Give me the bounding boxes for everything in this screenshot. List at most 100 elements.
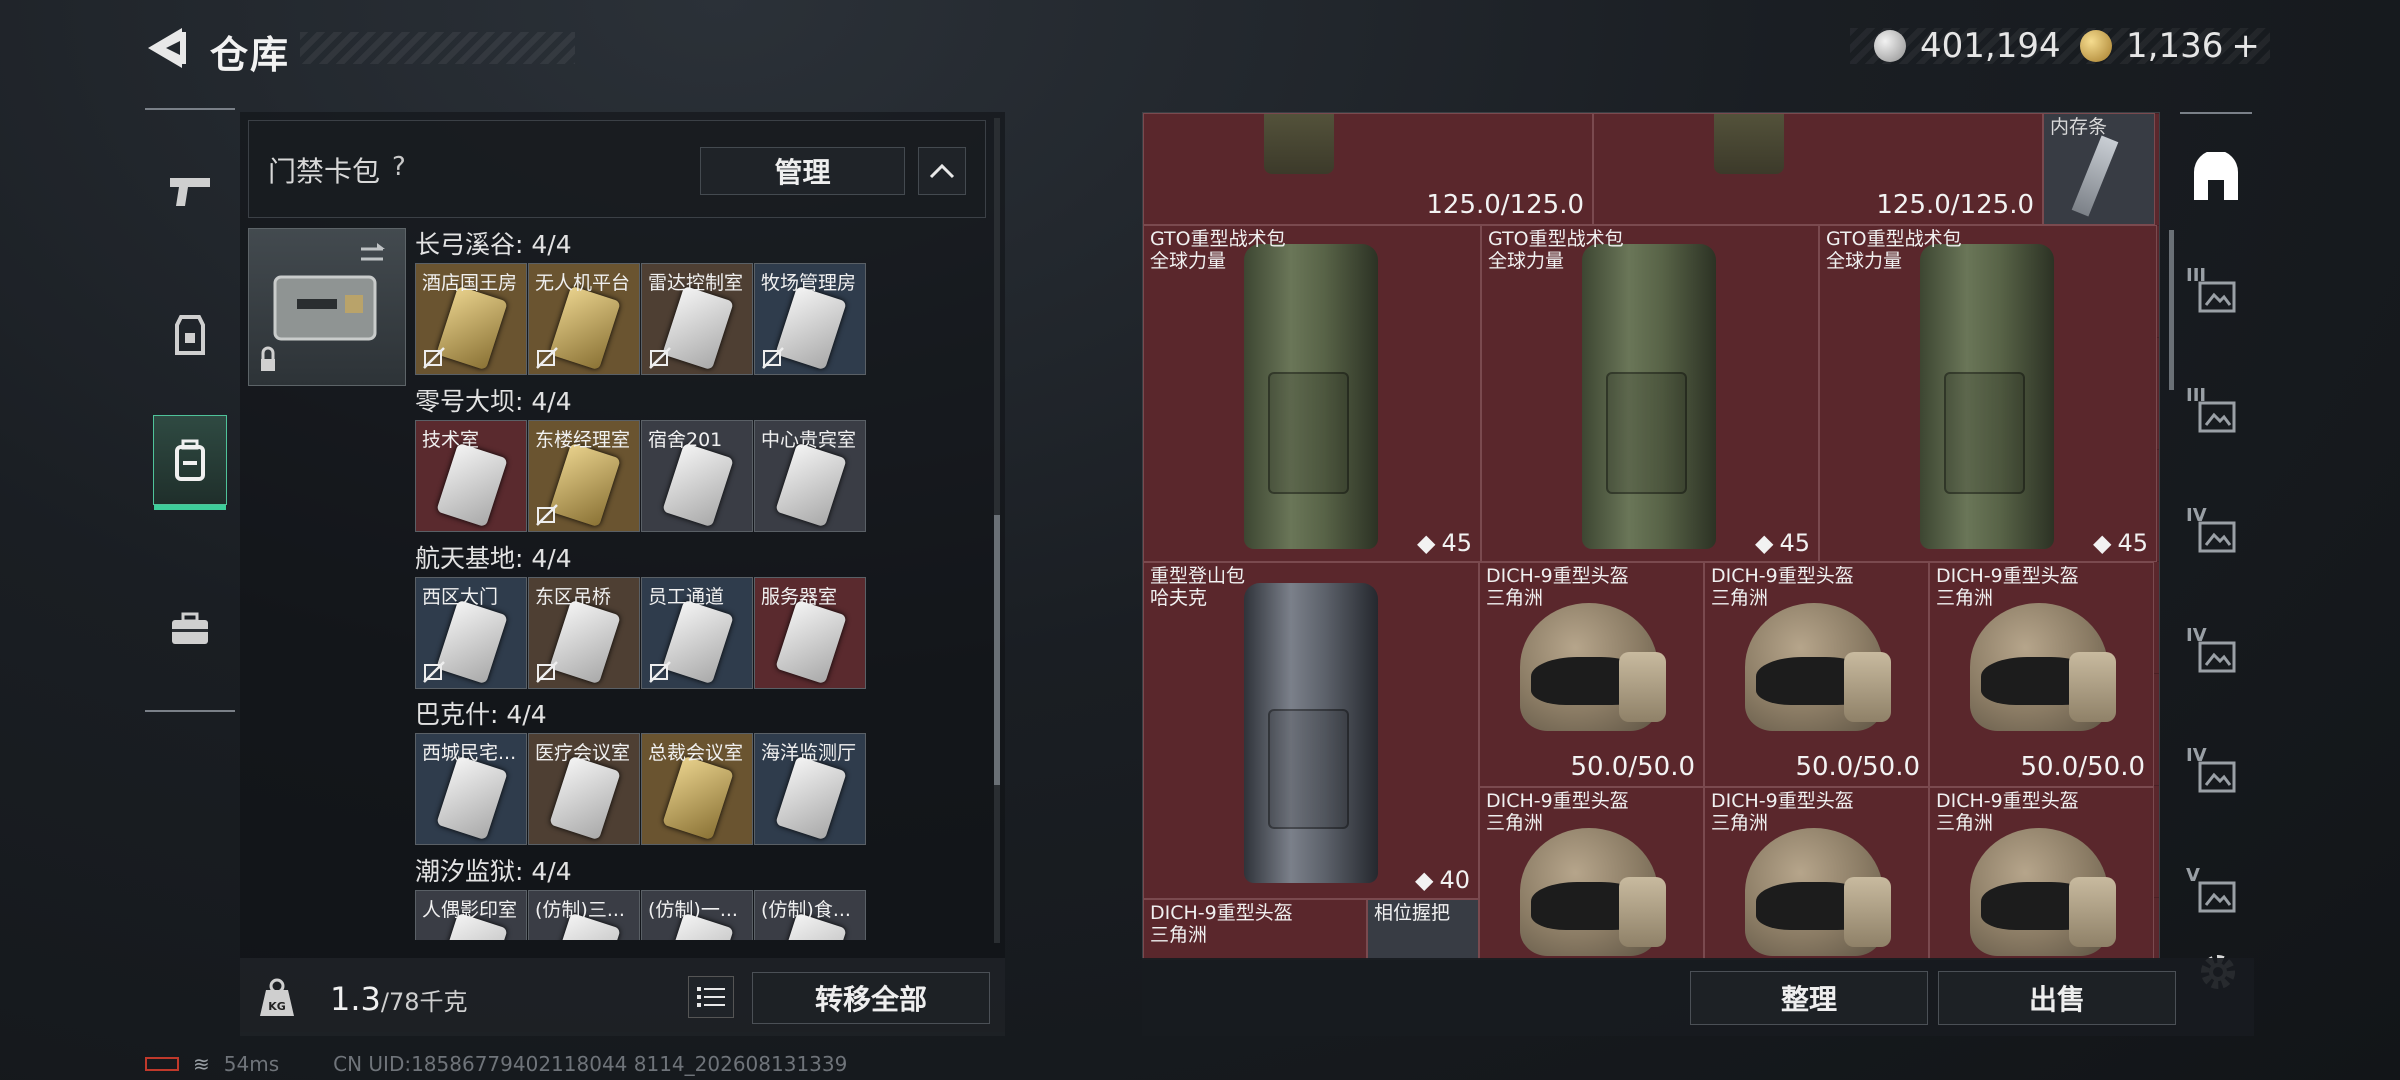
keycard-item[interactable]: 总裁会议室 xyxy=(641,733,753,845)
helmet-item[interactable]: DICH-9重型头盔 三角洲 xyxy=(1929,787,2154,959)
silver-currency: 401,194 xyxy=(1874,22,2061,70)
keycard-item[interactable]: 海洋监测厅 xyxy=(754,733,866,845)
item-name: DICH-9重型头盔 三角洲 xyxy=(1150,902,1293,946)
helmet-item[interactable]: DICH-9重型头盔 三角洲 50.0/50.0 xyxy=(1704,562,1929,787)
armor-image xyxy=(1714,114,1784,174)
keycard-item[interactable]: 员工通道 xyxy=(641,577,753,689)
ram-stick-item[interactable]: 内存条 xyxy=(2043,113,2155,225)
keycard-image xyxy=(775,755,847,841)
stash-page-button[interactable]: III xyxy=(2186,385,2246,445)
keycard-name: 海洋监测厅 xyxy=(761,742,857,764)
keycard-image xyxy=(436,442,508,528)
nav-backpacks[interactable] xyxy=(153,415,227,510)
keycard-row: 人偶影印室 (仿制)三... (仿制)一... (仿制)食... xyxy=(415,890,867,940)
stash-page-button[interactable]: IV xyxy=(2186,505,2246,565)
keycard-item[interactable]: 东楼经理室 xyxy=(528,420,640,532)
keycard-image xyxy=(436,755,508,841)
stash-page-button[interactable]: V xyxy=(2186,865,2246,925)
keycard-item[interactable]: 无人机平台 xyxy=(528,263,640,375)
item-name: 内存条 xyxy=(2050,116,2108,138)
item-name: GTO重型战术包 全球力量 xyxy=(1488,228,1624,272)
keycard-name: 雷达控制室 xyxy=(648,272,744,294)
manage-button[interactable]: 管理 xyxy=(700,147,905,195)
chevron-left-icon xyxy=(148,28,186,68)
keycard-item[interactable]: 服务器室 xyxy=(754,577,866,689)
capacity-icon: ◆ xyxy=(2092,529,2112,557)
keycard-image xyxy=(662,755,734,841)
stash-page-button[interactable] xyxy=(2186,148,2246,208)
item-name: DICH-9重型头盔 三角洲 xyxy=(1936,565,2079,609)
page-title: 仓库 xyxy=(210,33,291,77)
collapse-button[interactable] xyxy=(918,147,966,195)
section-title: 巴克什: 4/4 xyxy=(415,700,547,729)
keycard-name: 技术室 xyxy=(422,429,480,451)
top-armor-item-2[interactable]: 125.0/125.0 xyxy=(1593,113,2043,225)
keycard-scrollbar-thumb[interactable] xyxy=(994,515,1000,785)
keycard-row: 酒店国王房 无人机平台 雷达控制室 牧场管理房 xyxy=(415,263,867,375)
stash-page-button[interactable]: IV xyxy=(2186,745,2246,805)
keycard-item[interactable]: (仿制)三... xyxy=(528,890,640,940)
top-armor-item-1[interactable]: 125.0/125.0 xyxy=(1143,113,1593,225)
nav-weapons[interactable] xyxy=(153,146,227,236)
add-currency-button[interactable]: + xyxy=(2231,26,2260,66)
helmet-item-partial[interactable]: DICH-9重型头盔 三角洲 xyxy=(1143,899,1367,959)
keycard-pack-label: 门禁卡包 xyxy=(268,155,381,188)
keycard-name: 牧场管理房 xyxy=(761,272,857,294)
back-button[interactable] xyxy=(140,22,190,74)
keycard-wallet-item[interactable] xyxy=(248,228,406,386)
tactical-backpack-item[interactable]: GTO重型战术包 全球力量 ◆ 45 xyxy=(1819,225,2157,562)
keycard-item[interactable]: (仿制)食... xyxy=(754,890,866,940)
keycard-item[interactable]: 酒店国王房 xyxy=(415,263,527,375)
gold-coin-icon xyxy=(2080,30,2112,62)
section-title: 航天基地: 4/4 xyxy=(415,544,572,573)
keycard-item[interactable]: 西区大门 xyxy=(415,577,527,689)
capacity-icon: ◆ xyxy=(1416,529,1436,557)
nav-cases[interactable] xyxy=(153,584,227,674)
keycard-image xyxy=(549,599,621,685)
sell-button[interactable]: 出售 xyxy=(1938,971,2176,1025)
capacity-icon: ◆ xyxy=(1414,866,1434,894)
helmet-image xyxy=(1970,828,2117,956)
list-view-button[interactable] xyxy=(688,976,734,1018)
stash-page-button[interactable]: IV xyxy=(2186,625,2246,685)
tactical-backpack-item[interactable]: GTO重型战术包 全球力量 ◆ 45 xyxy=(1481,225,1819,562)
helmet-item[interactable]: DICH-9重型头盔 三角洲 50.0/50.0 xyxy=(1929,562,2154,787)
keycard-name: 医疗会议室 xyxy=(535,742,631,764)
keycard-item[interactable]: 人偶影印室 xyxy=(415,890,527,940)
list-icon xyxy=(697,987,725,1007)
helmet-image xyxy=(1745,603,1892,731)
keycard-name: 中心贵宾室 xyxy=(761,429,857,451)
stash-page-button[interactable]: III xyxy=(2186,265,2246,325)
keycard-item[interactable]: 牧场管理房 xyxy=(754,263,866,375)
silver-coin-icon xyxy=(1874,30,1906,62)
keycard-item[interactable]: 雷达控制室 xyxy=(641,263,753,375)
sort-button[interactable]: 整理 xyxy=(1690,971,1928,1025)
hiking-backpack-item[interactable]: 重型登山包 哈夫克 ◆ 40 xyxy=(1143,562,1479,899)
help-icon[interactable]: ? xyxy=(392,152,406,182)
nav-armor[interactable] xyxy=(153,290,227,380)
keycard-item[interactable]: 西城民宅... xyxy=(415,733,527,845)
transfer-all-button[interactable]: 转移全部 xyxy=(752,972,990,1024)
durability-text: 50.0/50.0 xyxy=(1570,752,1695,782)
keycard-item[interactable]: 医疗会议室 xyxy=(528,733,640,845)
keycard-item[interactable]: (仿制)一... xyxy=(641,890,753,940)
durability-text: 50.0/50.0 xyxy=(2020,752,2145,782)
tactical-backpack-item[interactable]: GTO重型战术包 全球力量 ◆ 45 xyxy=(1143,225,1481,562)
helmet-item[interactable]: DICH-9重型头盔 三角洲 50.0/50.0 xyxy=(1479,562,1704,787)
stash-scrollbar-thumb[interactable] xyxy=(2169,230,2174,390)
grip-item-partial[interactable]: 相位握把 xyxy=(1367,899,1479,959)
helmet-item[interactable]: DICH-9重型头盔 三角洲 xyxy=(1704,787,1929,959)
keycard-image xyxy=(775,285,847,371)
helmet-item[interactable]: DICH-9重型头盔 三角洲 xyxy=(1479,787,1704,959)
keycard-item[interactable]: 技术室 xyxy=(415,420,527,532)
keycard-image xyxy=(549,755,621,841)
keycard-name: (仿制)三... xyxy=(535,899,625,921)
keycard-name: 服务器室 xyxy=(761,586,838,608)
keycard-item[interactable]: 宿舍201 xyxy=(641,420,753,532)
keycard-name: 西区大门 xyxy=(422,586,499,608)
keycard-image xyxy=(662,285,734,371)
keycard-item[interactable]: 东区吊桥 xyxy=(528,577,640,689)
keycard-row: 西区大门 东区吊桥 员工通道 服务器室 xyxy=(415,577,867,689)
uid-text: CN UID:18586779402118044 8114_2026081313… xyxy=(333,1052,848,1076)
keycard-item[interactable]: 中心贵宾室 xyxy=(754,420,866,532)
